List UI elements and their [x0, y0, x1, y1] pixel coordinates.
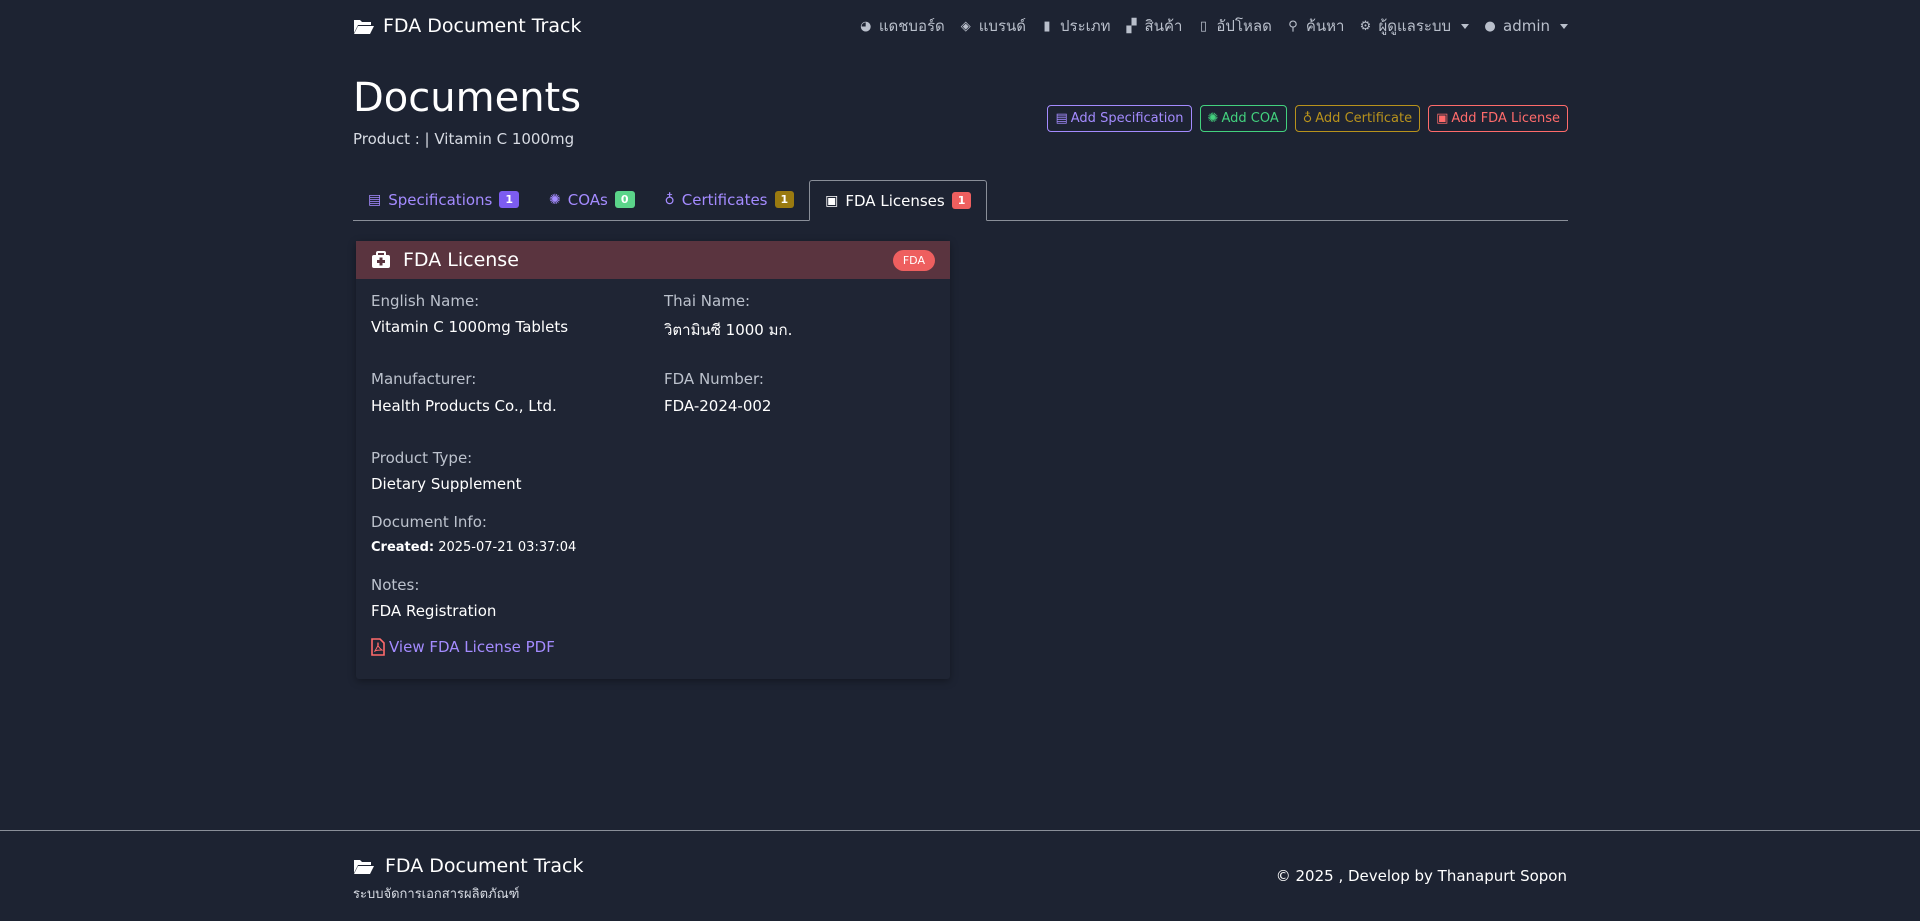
add-coa-button[interactable]: ✺ Add COA	[1199, 105, 1287, 132]
created-line: Created: 2025-07-21 03:37:04	[371, 540, 576, 555]
nav-item-admin-dropdown[interactable]: ⚙ ผู้ดูแลระบบ	[1358, 14, 1469, 38]
thai-name-value: วิตามินซี 1000 มก.	[664, 321, 793, 339]
caret-down-icon	[1560, 23, 1568, 29]
file-icon: ▤	[1055, 111, 1068, 126]
count-badge: 1	[774, 191, 795, 208]
card-title: FDA License	[371, 249, 519, 271]
tab-label: Certificates	[681, 190, 768, 209]
nav-item-brands[interactable]: ◈ แบรนด์	[959, 14, 1026, 38]
add-specification-button[interactable]: ▤ Add Specification	[1047, 105, 1192, 132]
nav-item-upload[interactable]: ▯ อัปโหลด	[1196, 14, 1272, 38]
button-label: Add Certificate	[1315, 111, 1413, 126]
tab-specifications[interactable]: ▤ Specifications 1	[353, 180, 534, 219]
nav-item-products[interactable]: ▞ สินค้า	[1125, 14, 1183, 38]
footer-copyright: © 2025 , Develop by Thanapurt Sopon	[1275, 867, 1567, 885]
button-label: Add FDA License	[1451, 111, 1560, 126]
card-header: FDA License FDA	[356, 241, 950, 279]
page-container: FDA Document Track ◕ แดชบอร์ด ◈ แบรนด์ ▮…	[353, 0, 1568, 679]
dashboard-icon: ◕	[860, 18, 872, 34]
nav-label: แดชบอร์ด	[878, 17, 945, 35]
thai-name-label: Thai Name:	[664, 292, 751, 310]
fda-license-card: FDA License FDA English Name: Vitamin C …	[356, 241, 950, 679]
footer-subtitle: ระบบจัดการเอกสารผลิตภัณฑ์	[353, 887, 520, 902]
action-buttons: ▤ Add Specification ✺ Add COA ♁ Add Cert…	[1047, 105, 1568, 132]
count-badge: 0	[614, 191, 635, 208]
tab-label: Specifications	[388, 190, 493, 209]
folder-open-icon	[354, 860, 374, 874]
button-label: Add COA	[1221, 111, 1279, 126]
tab-label: FDA Licenses	[845, 191, 945, 210]
file-icon: ▤	[368, 191, 382, 208]
tab-label: COAs	[567, 190, 608, 209]
add-certificate-button[interactable]: ♁ Add Certificate	[1294, 105, 1421, 132]
view-fda-license-pdf-link[interactable]: View FDA License PDF	[371, 638, 555, 656]
document-tabs: ▤ Specifications 1 ✺ COAs 0 ♁ Certificat…	[353, 180, 1568, 221]
search-icon: ⚲	[1288, 18, 1298, 34]
navbar-brand[interactable]: FDA Document Track	[353, 15, 581, 37]
notes-label: Notes:	[371, 576, 420, 594]
product-subtitle: Product : | Vitamin C 1000mg	[353, 130, 575, 148]
document-info-label: Document Info:	[371, 513, 487, 531]
nav-item-dashboard[interactable]: ◕ แดชบอร์ด	[859, 14, 945, 38]
page-header: Documents Product : | Vitamin C 1000mg ▤…	[353, 52, 1568, 152]
navbar: FDA Document Track ◕ แดชบอร์ด ◈ แบรนด์ ▮…	[353, 0, 1568, 52]
nav-item-categories[interactable]: ▮ ประเภท	[1040, 14, 1111, 38]
clipboard-icon: ▮	[1043, 18, 1051, 34]
english-name-label: English Name:	[371, 292, 480, 310]
nav-item-user-dropdown[interactable]: ● admin	[1483, 17, 1568, 35]
medical-kit-icon: ▣	[825, 192, 839, 209]
award-icon: ♁	[664, 191, 675, 208]
tags-icon: ◈	[960, 18, 971, 34]
brand-label: FDA Document Track	[383, 15, 582, 37]
certificate-seal-icon: ✺	[549, 191, 561, 208]
page-title: Documents	[353, 75, 582, 121]
tab-certificates[interactable]: ♁ Certificates 1	[650, 180, 810, 219]
footer-brand-label: FDA Document Track	[385, 855, 584, 877]
product-type-label: Product Type:	[371, 449, 473, 467]
count-badge: 1	[499, 191, 520, 208]
user-circle-icon: ●	[1484, 18, 1496, 34]
caret-down-icon	[1461, 23, 1469, 29]
pdf-link-label: View FDA License PDF	[389, 638, 555, 656]
count-badge: 1	[951, 192, 972, 209]
created-value: 2025-07-21 03:37:04	[438, 540, 577, 555]
file-upload-icon: ▯	[1199, 18, 1207, 34]
fda-number-label: FDA Number:	[664, 370, 764, 388]
medical-kit-icon	[372, 251, 390, 268]
card-title-text: FDA License	[403, 249, 519, 271]
created-label: Created:	[371, 540, 435, 555]
footer: FDA Document Track ระบบจัดการเอกสารผลิตภ…	[0, 830, 1920, 921]
medical-kit-icon: ▣	[1436, 111, 1449, 126]
tab-coas[interactable]: ✺ COAs 0	[534, 180, 649, 219]
footer-brand: FDA Document Track	[353, 855, 583, 877]
fda-badge: FDA	[892, 249, 935, 271]
nav-label: แบรนด์	[978, 17, 1026, 35]
nav-item-search[interactable]: ⚲ ค้นหา	[1286, 14, 1345, 38]
nav-label: ค้นหา	[1305, 17, 1345, 35]
product-type-value: Dietary Supplement	[371, 475, 522, 493]
folder-open-icon	[354, 20, 374, 34]
award-icon: ♁	[1302, 111, 1313, 126]
nav-label: ประเภท	[1060, 17, 1111, 35]
nav-label: ผู้ดูแลระบบ	[1378, 17, 1451, 35]
english-name-value: Vitamin C 1000mg Tablets	[371, 318, 569, 336]
nav-label: อัปโหลด	[1216, 17, 1272, 35]
boxes-icon: ▞	[1126, 18, 1137, 34]
gear-icon: ⚙	[1359, 18, 1372, 34]
fda-number-value: FDA-2024-002	[664, 397, 772, 415]
tab-fda-licenses[interactable]: ▣ FDA Licenses 1	[809, 180, 988, 221]
nav-label: admin	[1503, 17, 1550, 35]
file-pdf-icon	[371, 638, 385, 656]
manufacturer-label: Manufacturer:	[371, 370, 477, 388]
nav-label: สินค้า	[1144, 17, 1183, 35]
manufacturer-value: Health Products Co., Ltd.	[371, 397, 557, 415]
nav-menu: ◕ แดชบอร์ด ◈ แบรนด์ ▮ ประเภท ▞ สินค้า ▯ …	[859, 14, 1568, 38]
button-label: Add Specification	[1070, 111, 1184, 126]
notes-value: FDA Registration	[371, 602, 497, 620]
add-fda-license-button[interactable]: ▣ Add FDA License	[1428, 105, 1568, 132]
certificate-seal-icon: ✺	[1207, 111, 1219, 126]
